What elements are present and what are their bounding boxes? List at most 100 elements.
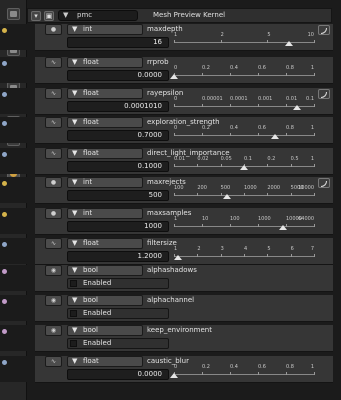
bool-type-icon[interactable]: ◉	[45, 325, 62, 336]
curve-icon[interactable]	[318, 25, 330, 35]
socket-gutter	[0, 117, 35, 143]
float-type-icon[interactable]: ∿	[45, 238, 62, 249]
checkbox-box[interactable]	[70, 280, 77, 287]
value-field[interactable]: 1000	[67, 221, 169, 232]
socket-dot-icon[interactable]	[2, 61, 7, 66]
value-slider[interactable]: 0 0.2 0.4 0.6 0.8 1	[170, 364, 315, 378]
value-field[interactable]: 0.1000	[67, 161, 169, 172]
value-slider[interactable]: 100 200 500 1000 2000 5000 10000	[174, 185, 315, 199]
value-slider[interactable]: 0.01 0.02 0.05 0.1 0.2 0.5 1	[174, 156, 315, 170]
checkbox-box[interactable]	[70, 340, 77, 347]
value-field[interactable]: 500	[67, 190, 169, 201]
enabled-checkbox[interactable]: Enabled	[67, 308, 169, 319]
slider-thumb[interactable]	[170, 74, 178, 79]
float-type-icon[interactable]: ∿	[45, 88, 62, 99]
slider-thumb[interactable]	[170, 373, 178, 378]
type-select[interactable]: ▼ float	[67, 148, 143, 159]
type-select[interactable]: ▼ int	[67, 177, 143, 188]
bool-type-icon[interactable]: ◉	[45, 295, 62, 306]
socket-dot-icon[interactable]	[2, 181, 7, 186]
int-type-icon[interactable]: ●	[45, 24, 62, 35]
slider-thumb[interactable]	[279, 225, 288, 230]
slider-tick	[314, 73, 315, 76]
type-select[interactable]: ▼ float	[67, 356, 143, 367]
socket-dot-icon[interactable]	[2, 242, 7, 247]
slider-tick-label: 1	[310, 364, 314, 370]
socket-dot-icon[interactable]	[2, 212, 7, 217]
slider-thumb[interactable]	[270, 134, 279, 139]
node-icon[interactable]: ▣	[44, 11, 54, 21]
slider-thumb[interactable]	[223, 194, 232, 199]
value-field[interactable]: 1.2000	[67, 251, 169, 262]
chevron-down-icon: ▼	[72, 209, 78, 217]
slider-track[interactable]	[174, 75, 314, 76]
float-type-icon[interactable]: ∿	[45, 356, 62, 367]
socket-gutter	[0, 295, 35, 321]
slider-track[interactable]	[174, 42, 314, 43]
type-select[interactable]: ▼ float	[67, 238, 143, 249]
socket-dot-icon[interactable]	[2, 152, 7, 157]
value-field[interactable]: 0.0000	[67, 70, 169, 81]
value-slider[interactable]: 1 2 3 4 5 6 7	[174, 246, 315, 260]
chevron-down-icon: ▼	[72, 58, 78, 66]
curve-icon[interactable]	[318, 89, 330, 99]
socket-dot-icon[interactable]	[2, 329, 7, 334]
value-field[interactable]: 0.0001010	[67, 101, 169, 112]
float-type-icon[interactable]: ∿	[45, 148, 62, 159]
slider-tick	[202, 372, 203, 375]
socket-dot-icon[interactable]	[2, 121, 7, 126]
socket-dot-icon[interactable]	[2, 28, 7, 33]
render-icon[interactable]	[7, 8, 20, 20]
slider-thumb[interactable]	[284, 41, 293, 46]
type-select[interactable]: ▼ bool	[67, 325, 143, 336]
value-field[interactable]: 0.7000	[67, 130, 169, 141]
slider-tick-label: 1	[174, 32, 178, 38]
checkbox-label: Enabled	[83, 279, 112, 287]
type-select[interactable]: ▼ bool	[67, 295, 143, 306]
socket-dot-icon[interactable]	[2, 360, 7, 365]
enabled-checkbox[interactable]: Enabled	[67, 278, 169, 289]
kernel-select[interactable]: ▼ pmc	[58, 10, 138, 21]
value-slider[interactable]: 0 0.2 0.4 0.6 0.8 1	[174, 125, 315, 139]
value-slider[interactable]: 1 2 5 10	[174, 32, 315, 46]
type-select[interactable]: ▼ bool	[67, 265, 143, 276]
int-type-icon[interactable]: ●	[45, 177, 62, 188]
slider-thumb[interactable]	[293, 105, 302, 110]
value-field[interactable]: 0.0000	[67, 369, 169, 380]
type-select[interactable]: ▼ int	[67, 208, 143, 219]
value-field[interactable]: 16	[67, 37, 169, 48]
param-row-caustic_blur: ∿ ▼ float caustic_blur 0.0000 0 0.2 0.4 0.6 0.8 1	[0, 356, 333, 383]
slider-thumb[interactable]	[240, 165, 248, 170]
float-type-icon[interactable]: ∿	[45, 117, 62, 128]
bool-type-icon[interactable]: ◉	[45, 265, 62, 276]
type-select[interactable]: ▼ float	[67, 117, 143, 128]
slider-tick-label: 0.00001	[202, 96, 223, 102]
socket-gutter	[0, 148, 35, 174]
slider-tick-label: 0.2	[202, 65, 210, 71]
slider-track[interactable]	[174, 226, 314, 227]
slider-tick-label: 100	[230, 216, 240, 222]
enabled-checkbox[interactable]: Enabled	[67, 338, 169, 349]
type-select[interactable]: ▼ float	[67, 57, 143, 68]
curve-icon[interactable]	[318, 178, 330, 188]
type-select-value: float	[83, 149, 99, 157]
slider-track[interactable]	[174, 135, 314, 136]
chevron-down-icon: ▼	[72, 357, 78, 365]
value-slider[interactable]: 0 0.2 0.4 0.6 0.8 1	[170, 65, 315, 79]
int-type-icon[interactable]: ●	[45, 208, 62, 219]
type-select[interactable]: ▼ float	[67, 88, 143, 99]
expand-icon[interactable]: ▾	[31, 11, 41, 21]
slider-tick-label: 0.01	[286, 96, 298, 102]
checkbox-box[interactable]	[70, 310, 77, 317]
socket-dot-icon[interactable]	[2, 299, 7, 304]
value-slider[interactable]: 0 0.00001 0.0001 0.001 0.01 0.1	[174, 96, 315, 110]
type-select[interactable]: ▼ int	[67, 24, 143, 35]
slider-tick-label: 2000	[267, 185, 281, 191]
float-type-icon[interactable]: ∿	[45, 57, 62, 68]
slider-track[interactable]	[174, 374, 314, 375]
type-select-value: bool	[83, 296, 98, 304]
slider-thumb[interactable]	[174, 255, 183, 260]
socket-dot-icon[interactable]	[2, 269, 7, 274]
value-slider[interactable]: 1 10 100 1000 10000 64000	[174, 216, 315, 230]
socket-dot-icon[interactable]	[2, 92, 7, 97]
